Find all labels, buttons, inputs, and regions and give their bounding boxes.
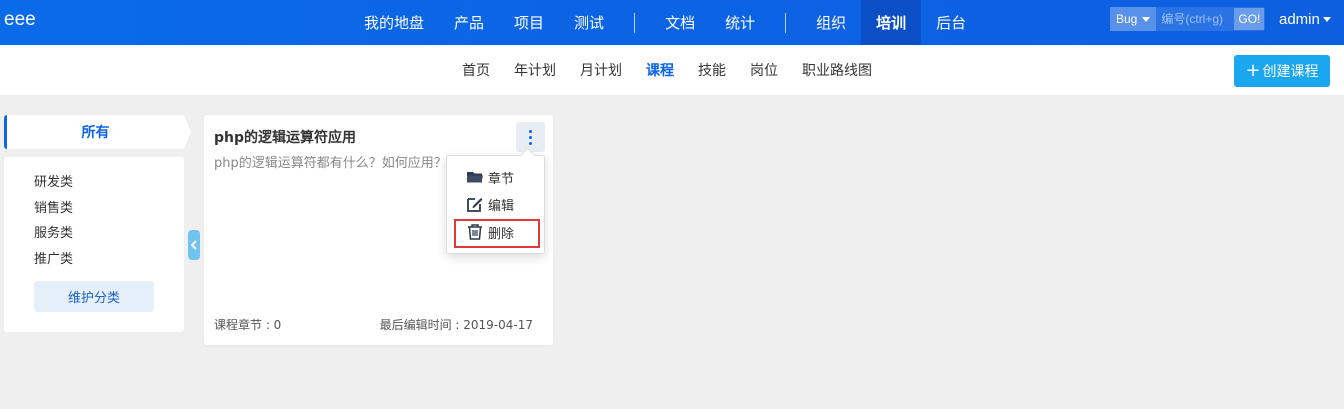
nav-test[interactable]: 测试 (559, 0, 619, 45)
nav-doc[interactable]: 文档 (650, 0, 710, 45)
course-title[interactable]: php的逻辑运算符应用 (214, 127, 356, 147)
course-chapter-count: 课程章节 : 0 (214, 318, 282, 332)
user-menu[interactable]: admin (1279, 11, 1331, 28)
search-go-button[interactable]: GO! (1234, 8, 1265, 30)
nav-divider (634, 12, 636, 33)
sidebar-collapse-handle[interactable] (188, 230, 200, 260)
top-navbar: eee 我的地盘 产品 项目 测试 文档 统计 组织 培训 后台 Bug GO!… (0, 0, 1344, 45)
category-item-rd[interactable]: 研发类 (34, 171, 73, 190)
menu-item-chapter[interactable]: 章节 (466, 167, 514, 187)
category-all[interactable]: 所有 (4, 115, 191, 149)
subnav-home[interactable]: 首页 (450, 60, 502, 80)
subnav-position[interactable]: 岗位 (738, 60, 790, 80)
create-course-button[interactable]: + 创建课程 (1234, 55, 1330, 87)
main-nav: 我的地盘 产品 项目 测试 文档 统计 组织 培训 后台 (349, 0, 981, 45)
category-panel: 研发类 销售类 服务类 推广类 维护分类 (4, 157, 184, 332)
sub-navbar: 首页 年计划 月计划 课程 技能 岗位 职业路线图 + 创建课程 (0, 45, 1344, 95)
category-item-service[interactable]: 服务类 (34, 222, 73, 241)
nav-stats[interactable]: 统计 (710, 0, 770, 45)
chevron-down-icon (1322, 17, 1331, 22)
brand-logo[interactable]: eee (4, 9, 36, 31)
search-input[interactable] (1156, 7, 1235, 31)
chevron-down-icon (1142, 16, 1151, 22)
subnav-course[interactable]: 课程 (634, 60, 686, 80)
menu-item-edit-label: 编辑 (488, 198, 515, 214)
subnav-month-plan[interactable]: 月计划 (568, 60, 634, 80)
nav-product[interactable]: 产品 (439, 0, 499, 45)
delete-highlight-box (454, 219, 540, 248)
plus-icon: + (1245, 60, 1261, 81)
menu-item-chapter-label: 章节 (488, 171, 515, 187)
more-actions-button[interactable] (516, 122, 545, 152)
create-course-label: 创建课程 (1262, 64, 1319, 80)
course-last-edit: 最后编辑时间 : 2019-04-17 (379, 318, 533, 332)
nav-project[interactable]: 项目 (499, 0, 559, 45)
dot-icon (529, 135, 532, 139)
user-name: admin (1279, 11, 1320, 28)
nav-my-dashboard[interactable]: 我的地盘 (349, 0, 439, 45)
search-type-label: Bug (1116, 12, 1138, 26)
search-type-select[interactable]: Bug (1110, 7, 1157, 31)
nav-admin[interactable]: 后台 (921, 0, 981, 45)
chevron-left-icon (190, 240, 197, 250)
dot-icon (529, 141, 532, 145)
edit-icon (467, 198, 483, 212)
nav-training[interactable]: 培训 (861, 0, 922, 45)
nav-org[interactable]: 组织 (801, 0, 861, 45)
folder-icon (467, 172, 483, 183)
category-item-promotion[interactable]: 推广类 (34, 248, 73, 267)
subnav-year-plan[interactable]: 年计划 (502, 60, 568, 80)
subnav-menu: 首页 年计划 月计划 课程 技能 岗位 职业路线图 (450, 45, 884, 95)
dot-icon (529, 129, 532, 133)
category-item-sales[interactable]: 销售类 (34, 197, 73, 216)
subnav-skill[interactable]: 技能 (686, 60, 738, 80)
menu-item-edit[interactable]: 编辑 (466, 194, 514, 214)
nav-divider (785, 12, 787, 33)
quick-search: Bug GO! (1110, 7, 1266, 31)
maintain-category-button[interactable]: 维护分类 (34, 281, 154, 312)
subnav-career-roadmap[interactable]: 职业路线图 (790, 60, 884, 80)
